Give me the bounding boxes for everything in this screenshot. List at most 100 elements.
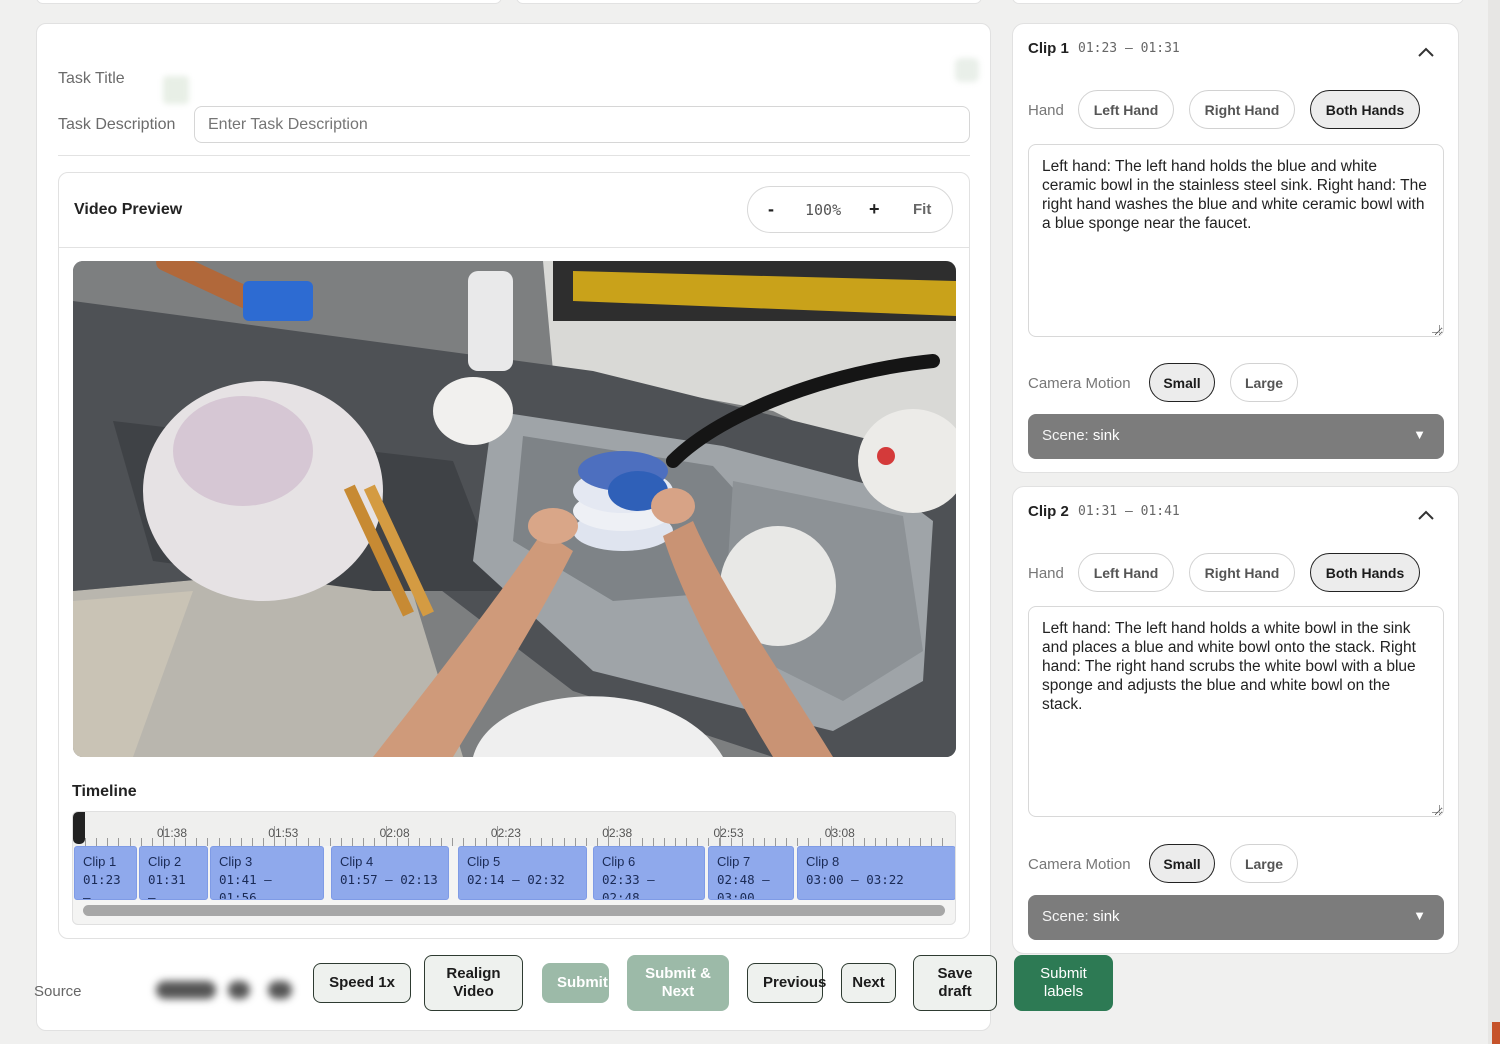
timeline-tick xyxy=(329,838,331,846)
timeline-tick xyxy=(340,838,342,846)
pill-label: Large xyxy=(1244,855,1284,872)
camera-motion-label: Camera Motion xyxy=(1028,856,1131,873)
save-label-line1: Save xyxy=(937,965,973,982)
left-hand-option[interactable]: Left Hand xyxy=(1078,90,1174,129)
divider xyxy=(59,247,969,248)
timeline-tick xyxy=(552,838,554,846)
timeline-tick xyxy=(596,838,598,846)
scene-select[interactable]: Scene: sink ▼ xyxy=(1028,895,1444,940)
clip-description-textarea[interactable]: Left hand: The left hand holds a white b… xyxy=(1028,606,1444,817)
timeline-tick xyxy=(541,838,543,846)
dropdown-caret-icon: ▼ xyxy=(1413,427,1426,442)
submit-labels-button[interactable]: Submit labels xyxy=(1014,955,1113,1011)
timeline-tick xyxy=(930,838,932,846)
clip-card: Clip 1 01:23 – 01:31 Hand Left Hand Righ… xyxy=(1012,23,1459,473)
timeline-clip[interactable]: Clip 1 01:23 – xyxy=(74,846,137,900)
right-hand-option[interactable]: Right Hand xyxy=(1189,553,1295,592)
zoom-fit-button[interactable]: Fit xyxy=(913,201,931,218)
timeline-tick-label: 02:38 xyxy=(602,826,633,840)
chevron-up-icon[interactable] xyxy=(1417,509,1435,521)
scene-value: sink xyxy=(1092,908,1120,925)
timeline-clip[interactable]: Clip 7 02:48 – 03:00 xyxy=(708,846,794,900)
scene-prefix: Scene: xyxy=(1042,427,1089,444)
timeline-tick xyxy=(196,838,198,846)
timeline-tick xyxy=(96,838,98,846)
timeline-tick xyxy=(686,838,688,846)
timeline-tick xyxy=(151,838,153,846)
camera-large-option[interactable]: Large xyxy=(1230,844,1298,883)
camera-small-option[interactable]: Small xyxy=(1149,363,1215,402)
timeline-tick-label: 01:38 xyxy=(157,826,188,840)
hand-label: Hand xyxy=(1028,102,1064,119)
scene-prefix: Scene: xyxy=(1042,908,1089,925)
next-button-label: Next xyxy=(852,974,885,991)
pill-label: Right Hand xyxy=(1204,101,1280,118)
timeline-tick xyxy=(530,838,532,846)
redacted-task-title xyxy=(163,76,189,104)
timeline-tick xyxy=(908,838,910,846)
save-draft-button[interactable]: Save draft xyxy=(913,955,997,1011)
clip-card-title: Clip 1 xyxy=(1028,40,1069,57)
playhead-handle[interactable] xyxy=(73,812,85,844)
timeline-tick xyxy=(307,838,309,846)
timeline-tick xyxy=(207,838,209,846)
video-player[interactable] xyxy=(73,261,956,757)
redacted-source-controls xyxy=(116,971,296,1011)
timeline-clip[interactable]: Clip 5 02:14 – 02:32 xyxy=(458,846,587,900)
pill-label: Right Hand xyxy=(1204,564,1280,581)
timeline-track[interactable]: 01:38 01:53 02:08 02:23 02:38 02:53 03:08 Clip… xyxy=(72,811,956,925)
right-hand-option[interactable]: Right Hand xyxy=(1189,90,1295,129)
timeline-tick-label: 02:53 xyxy=(713,826,744,840)
task-title-label: Task Title xyxy=(58,70,125,87)
timeline-clip[interactable]: Clip 3 01:41 – 01:56 xyxy=(210,846,324,900)
realign-video-button[interactable]: Realign Video xyxy=(424,955,523,1011)
previous-button[interactable]: Previous xyxy=(747,963,826,1003)
submit-button-label: Submit xyxy=(557,974,608,991)
timeline-tick xyxy=(652,838,654,846)
source-label: Source xyxy=(34,983,82,1000)
next-button[interactable]: Next xyxy=(841,963,896,1003)
timeline-scrollbar[interactable] xyxy=(83,905,945,916)
timeline-tick xyxy=(752,838,754,846)
zoom-out-button[interactable]: - xyxy=(768,199,774,220)
both-hands-option[interactable]: Both Hands xyxy=(1310,90,1420,129)
timeline-tick xyxy=(786,838,788,846)
both-hands-option[interactable]: Both Hands xyxy=(1310,553,1420,592)
action-bar: Source Speed 1x Realign Video Submit Sub… xyxy=(1,931,1113,1011)
scene-select[interactable]: Scene: sink ▼ xyxy=(1028,414,1444,459)
submit-and-next-button[interactable]: Submit & Next xyxy=(627,955,729,1011)
zoom-in-button[interactable]: + xyxy=(869,199,880,220)
timeline-clip[interactable]: Clip 6 02:33 – 02:48 xyxy=(593,846,705,900)
timeline-tick xyxy=(418,838,420,846)
divider xyxy=(58,155,970,156)
timeline-clip[interactable]: Clip 2 01:31 – xyxy=(139,846,208,900)
speed-button[interactable]: Speed 1x xyxy=(313,963,411,1003)
timeline-tick xyxy=(263,838,265,846)
resize-handle-icon[interactable] xyxy=(1432,805,1440,813)
timeline-tick xyxy=(240,838,242,846)
timeline-clip[interactable]: Clip 4 01:57 – 02:13 xyxy=(331,846,449,900)
pill-label: Left Hand xyxy=(1093,101,1159,118)
zoom-level: 100% xyxy=(805,201,842,219)
left-hand-option[interactable]: Left Hand xyxy=(1078,553,1174,592)
clip-description-textarea[interactable]: Left hand: The left hand holds the blue … xyxy=(1028,144,1444,337)
video-frame-image xyxy=(73,261,956,757)
camera-small-option[interactable]: Small xyxy=(1149,844,1215,883)
timeline-tick xyxy=(708,838,710,846)
submit-labels-line2: labels xyxy=(1043,983,1084,1000)
clip-time: 02:48 – 03:00 xyxy=(717,872,770,900)
resize-handle-icon[interactable] xyxy=(1432,325,1440,333)
timeline-tick xyxy=(318,838,320,846)
timeline-tick xyxy=(474,838,476,846)
clip-card-title: Clip 2 xyxy=(1028,503,1069,520)
camera-large-option[interactable]: Large xyxy=(1230,363,1298,402)
speed-button-label: Speed 1x xyxy=(329,974,395,991)
submit-button[interactable]: Submit xyxy=(542,963,609,1003)
clip-name: Clip 3 xyxy=(219,854,253,869)
timeline-clip[interactable]: Clip 8 03:00 – 03:22 xyxy=(797,846,955,900)
pill-label: Both Hands xyxy=(1325,564,1405,581)
clip-card-range: 01:23 – 01:31 xyxy=(1078,41,1180,56)
task-description-input[interactable] xyxy=(194,106,970,143)
chevron-up-icon[interactable] xyxy=(1417,46,1435,58)
clip-time: 01:31 – xyxy=(148,872,186,900)
